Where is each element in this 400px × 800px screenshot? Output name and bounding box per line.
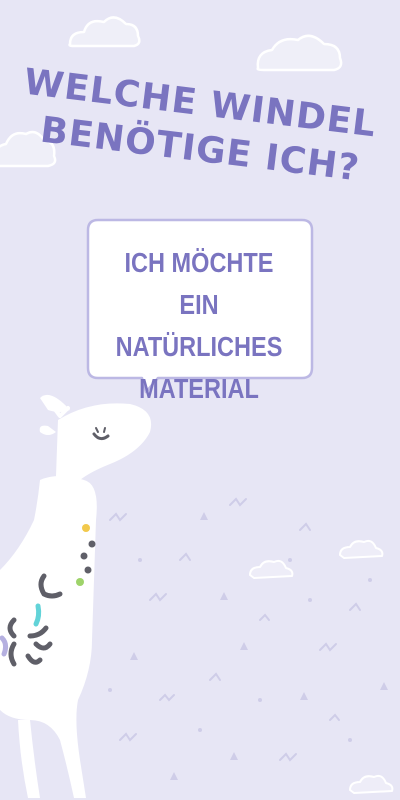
speech-bubble-line-2: NATÜRLICHES — [115, 331, 283, 362]
speech-bubble-line-1: ICH MÖCHTE EIN — [124, 247, 274, 320]
cloud-icon — [68, 16, 141, 48]
speech-bubble[interactable]: ICH MÖCHTE EIN NATÜRLICHES MATERIAL — [86, 218, 314, 404]
giraffe-illustration — [0, 394, 152, 798]
page-headline: WELCHE WINDEL BENÖTIGE ICH? — [0, 62, 400, 190]
cloud-icon — [256, 34, 343, 72]
